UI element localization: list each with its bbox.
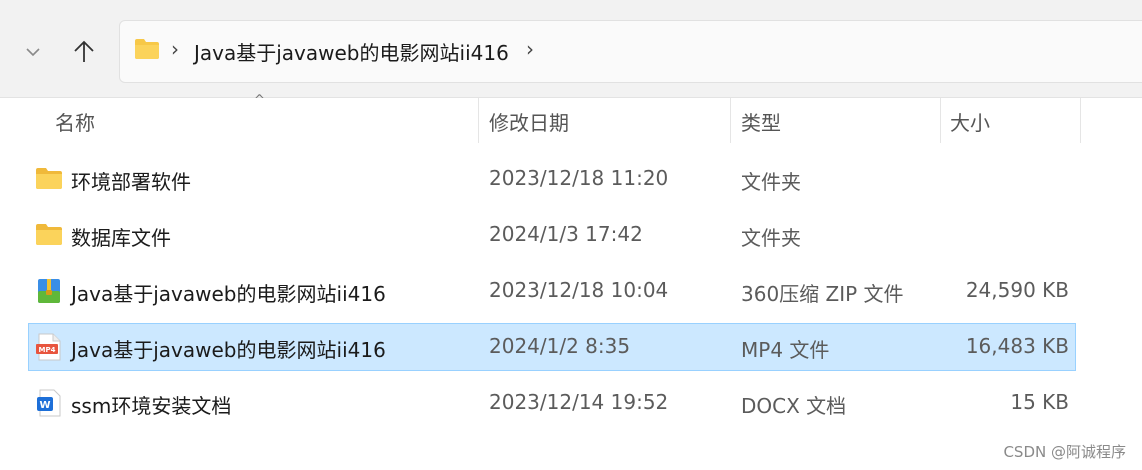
file-row-selected[interactable]: MP4 Java基于javaweb的电影网站ii416 2024/1/2 8:3… [28,323,1076,371]
file-type: DOCX 文档 [741,394,847,418]
breadcrumb-chevron-trailing[interactable]: › [526,37,534,61]
file-type: 文件夹 [741,226,801,250]
up-button[interactable] [66,34,102,70]
file-type: 文件夹 [741,170,801,194]
column-header-name[interactable]: 名称 [55,107,95,136]
file-row[interactable]: 环境部署软件 2023/12/18 11:20 文件夹 [28,155,1076,203]
file-name: 数据库文件 [71,226,171,250]
folder-icon [36,224,62,245]
file-date: 2023/12/18 11:20 [489,166,669,190]
recent-locations-button[interactable] [18,34,48,70]
column-divider[interactable] [940,98,941,143]
breadcrumb-chevron[interactable]: › [171,37,179,61]
sort-ascending-icon: ^ [254,93,265,108]
file-name: 环境部署软件 [71,170,191,194]
file-name: Java基于javaweb的电影网站ii416 [71,338,386,362]
file-size: 15 KB [1010,390,1069,414]
file-type: 360压缩 ZIP 文件 [741,282,904,306]
folder-icon [135,39,159,59]
file-name: ssm环境安装文档 [71,394,232,418]
folder-icon [36,168,62,189]
mp4-file-icon: MP4 [36,333,61,361]
arrow-up-icon [74,40,94,62]
file-date: 2023/12/18 10:04 [489,278,669,302]
file-row[interactable]: 数据库文件 2024/1/3 17:42 文件夹 [28,211,1076,259]
file-date: 2023/12/14 19:52 [489,390,669,414]
column-divider[interactable] [478,98,479,143]
svg-text:MP4: MP4 [39,346,56,354]
file-type: MP4 文件 [741,338,830,362]
breadcrumb-current-folder[interactable]: Java基于javaweb的电影网站ii416 [194,37,509,66]
word-doc-icon: W [37,389,61,417]
address-bar[interactable]: › Java基于javaweb的电影网站ii416 › [119,20,1142,83]
column-divider[interactable] [730,98,731,143]
svg-text:W: W [39,400,50,411]
column-divider[interactable] [1080,98,1081,143]
file-name: Java基于javaweb的电影网站ii416 [71,282,386,306]
file-row[interactable]: W ssm环境安装文档 2023/12/14 19:52 DOCX 文档 15 … [28,379,1076,427]
file-size: 16,483 KB [965,334,1069,358]
navigation-bar: › Java基于javaweb的电影网站ii416 › [0,0,1142,98]
chevron-down-icon [26,48,40,57]
file-row[interactable]: Java基于javaweb的电影网站ii416 2023/12/18 10:04… [28,267,1076,315]
column-header-date[interactable]: 修改日期 [489,107,569,136]
zip-archive-icon [38,279,60,303]
column-header-size[interactable]: 大小 [950,107,990,136]
file-date: 2024/1/2 8:35 [489,334,631,358]
file-size: 24,590 KB [965,278,1069,302]
column-header-type[interactable]: 类型 [741,107,781,136]
file-date: 2024/1/3 17:42 [489,222,643,246]
watermark: CSDN @阿诚程序 [1003,443,1126,461]
